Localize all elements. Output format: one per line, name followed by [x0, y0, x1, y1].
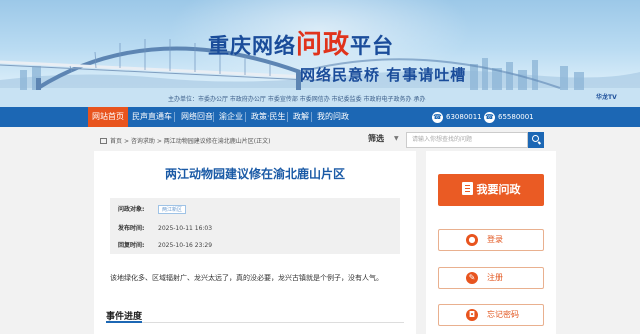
breadcrumb-section[interactable]: 咨询求助: [131, 138, 155, 145]
site-title: 重庆网络问政平台: [208, 24, 394, 61]
nav-item-my[interactable]: 我的问政: [317, 107, 349, 127]
register-button[interactable]: ✎ 注册: [438, 267, 544, 289]
filter-dropdown[interactable]: 筛选: [368, 133, 384, 144]
progress-divider: [106, 321, 404, 323]
search-input[interactable]: 请输入你想查找的问题: [406, 132, 528, 148]
site-banner: 重庆网络问政平台 网络民意桥 有事请吐槽 主办单位：市委办公厅 市政府办公厅 市…: [0, 0, 640, 107]
breadcrumb-bar: 首页 > 咨询求助 > 两江动物园建议修在渝北鹿山片区(正文) 筛选 ▼ 请输入…: [94, 132, 550, 149]
edit-icon: ✎: [466, 272, 478, 284]
article-panel: 两江动物园建议修在渝北鹿山片区 问政对象: 两江新区 发布时间: 2025-10-1…: [94, 151, 416, 334]
phone-icon: ☎: [432, 111, 443, 123]
meta-published: 发布时间: 2025-10-11 16:03: [118, 223, 212, 232]
organizers-line: 主办单位：市委办公厅 市政府办公厅 市委宣传部 市委网信办 市纪委监委 市政府电…: [168, 96, 426, 103]
meta-published-value: 2025-10-11 16:03: [158, 225, 213, 232]
nav-item-home[interactable]: 网站首页: [88, 107, 128, 127]
nav-item-echo[interactable]: 网络回音: [181, 107, 213, 127]
nav-item-enterprise[interactable]: 渝企业: [219, 107, 243, 127]
article-meta: 问政对象: 两江新区 发布时间: 2025-10-11 16:03 回复时间: 202…: [110, 198, 400, 254]
search-button[interactable]: [528, 132, 544, 148]
breadcrumb-home[interactable]: 首页: [110, 138, 122, 145]
login-button[interactable]: ● 登录: [438, 229, 544, 251]
article-title: 两江动物园建议修在渝北鹿山片区: [164, 167, 345, 181]
tv-logo: 华龙TV: [596, 94, 617, 101]
site-title-highlight: 问政: [296, 30, 351, 60]
home-icon: [100, 138, 107, 144]
lock-icon: ◘: [466, 309, 478, 321]
hotline-2: ☎ 65580001: [484, 111, 534, 123]
target-tag[interactable]: 两江新区: [158, 205, 187, 214]
chevron-down-icon[interactable]: ▼: [394, 135, 399, 142]
meta-replied: 回复时间: 2025-10-16 23:29: [118, 240, 212, 249]
hotline-1-number: 63080011: [446, 113, 482, 121]
register-label: 注册: [487, 273, 503, 282]
ask-question-label: 我要问政: [476, 183, 521, 196]
breadcrumb-separator: >: [156, 138, 162, 145]
sidebar: 我要问政 ● 登录 ✎ 注册 ◘ 忘记密码: [426, 151, 556, 334]
page: 重庆网络问政平台 网络民意桥 有事请吐槽 主办单位：市委办公厅 市政府办公厅 市…: [0, 0, 640, 334]
nav-item-direct[interactable]: 民声直通车: [132, 107, 172, 127]
forgot-password-button[interactable]: ◘ 忘记密码: [438, 304, 544, 326]
meta-published-label: 发布时间:: [118, 225, 145, 232]
article-content: 该地绿化多、区域辐射广、龙兴太远了，真的没必要，龙兴古镇就是个例子，没有人气。: [110, 274, 383, 282]
phone-icon: ☎: [484, 111, 495, 123]
user-icon: ●: [466, 234, 478, 246]
meta-target: 问政对象: 两江新区: [118, 204, 187, 214]
forgot-password-label: 忘记密码: [487, 310, 519, 319]
hotline-2-number: 65580001: [498, 113, 534, 121]
document-icon: [461, 182, 473, 195]
nav-item-interpret[interactable]: 政解: [293, 107, 309, 127]
meta-replied-label: 回复时间:: [118, 242, 145, 249]
meta-target-label: 问政对象:: [118, 206, 145, 213]
meta-replied-value: 2025-10-16 23:29: [158, 242, 213, 249]
breadcrumb: 首页 > 咨询求助 > 两江动物园建议修在渝北鹿山片区(正文): [100, 136, 270, 145]
nav-item-policy[interactable]: 政策·民生: [251, 107, 286, 127]
hotline-1: ☎ 63080011: [432, 111, 482, 123]
ask-question-button[interactable]: 我要问政: [438, 174, 544, 206]
site-title-suffix: 平台: [350, 34, 395, 58]
site-title-prefix: 重庆网络: [208, 34, 296, 58]
login-label: 登录: [487, 235, 503, 244]
main-nav: 网站首页 民声直通车 网络回音 渝企业 政策·民生 政解 我的问政 ☎ 63080…: [0, 107, 640, 127]
site-slogan: 网络民意桥 有事请吐槽: [300, 66, 467, 84]
breadcrumb-current: 两江动物园建议修在渝北鹿山片区(正文): [163, 138, 271, 145]
breadcrumb-separator: >: [123, 138, 129, 145]
